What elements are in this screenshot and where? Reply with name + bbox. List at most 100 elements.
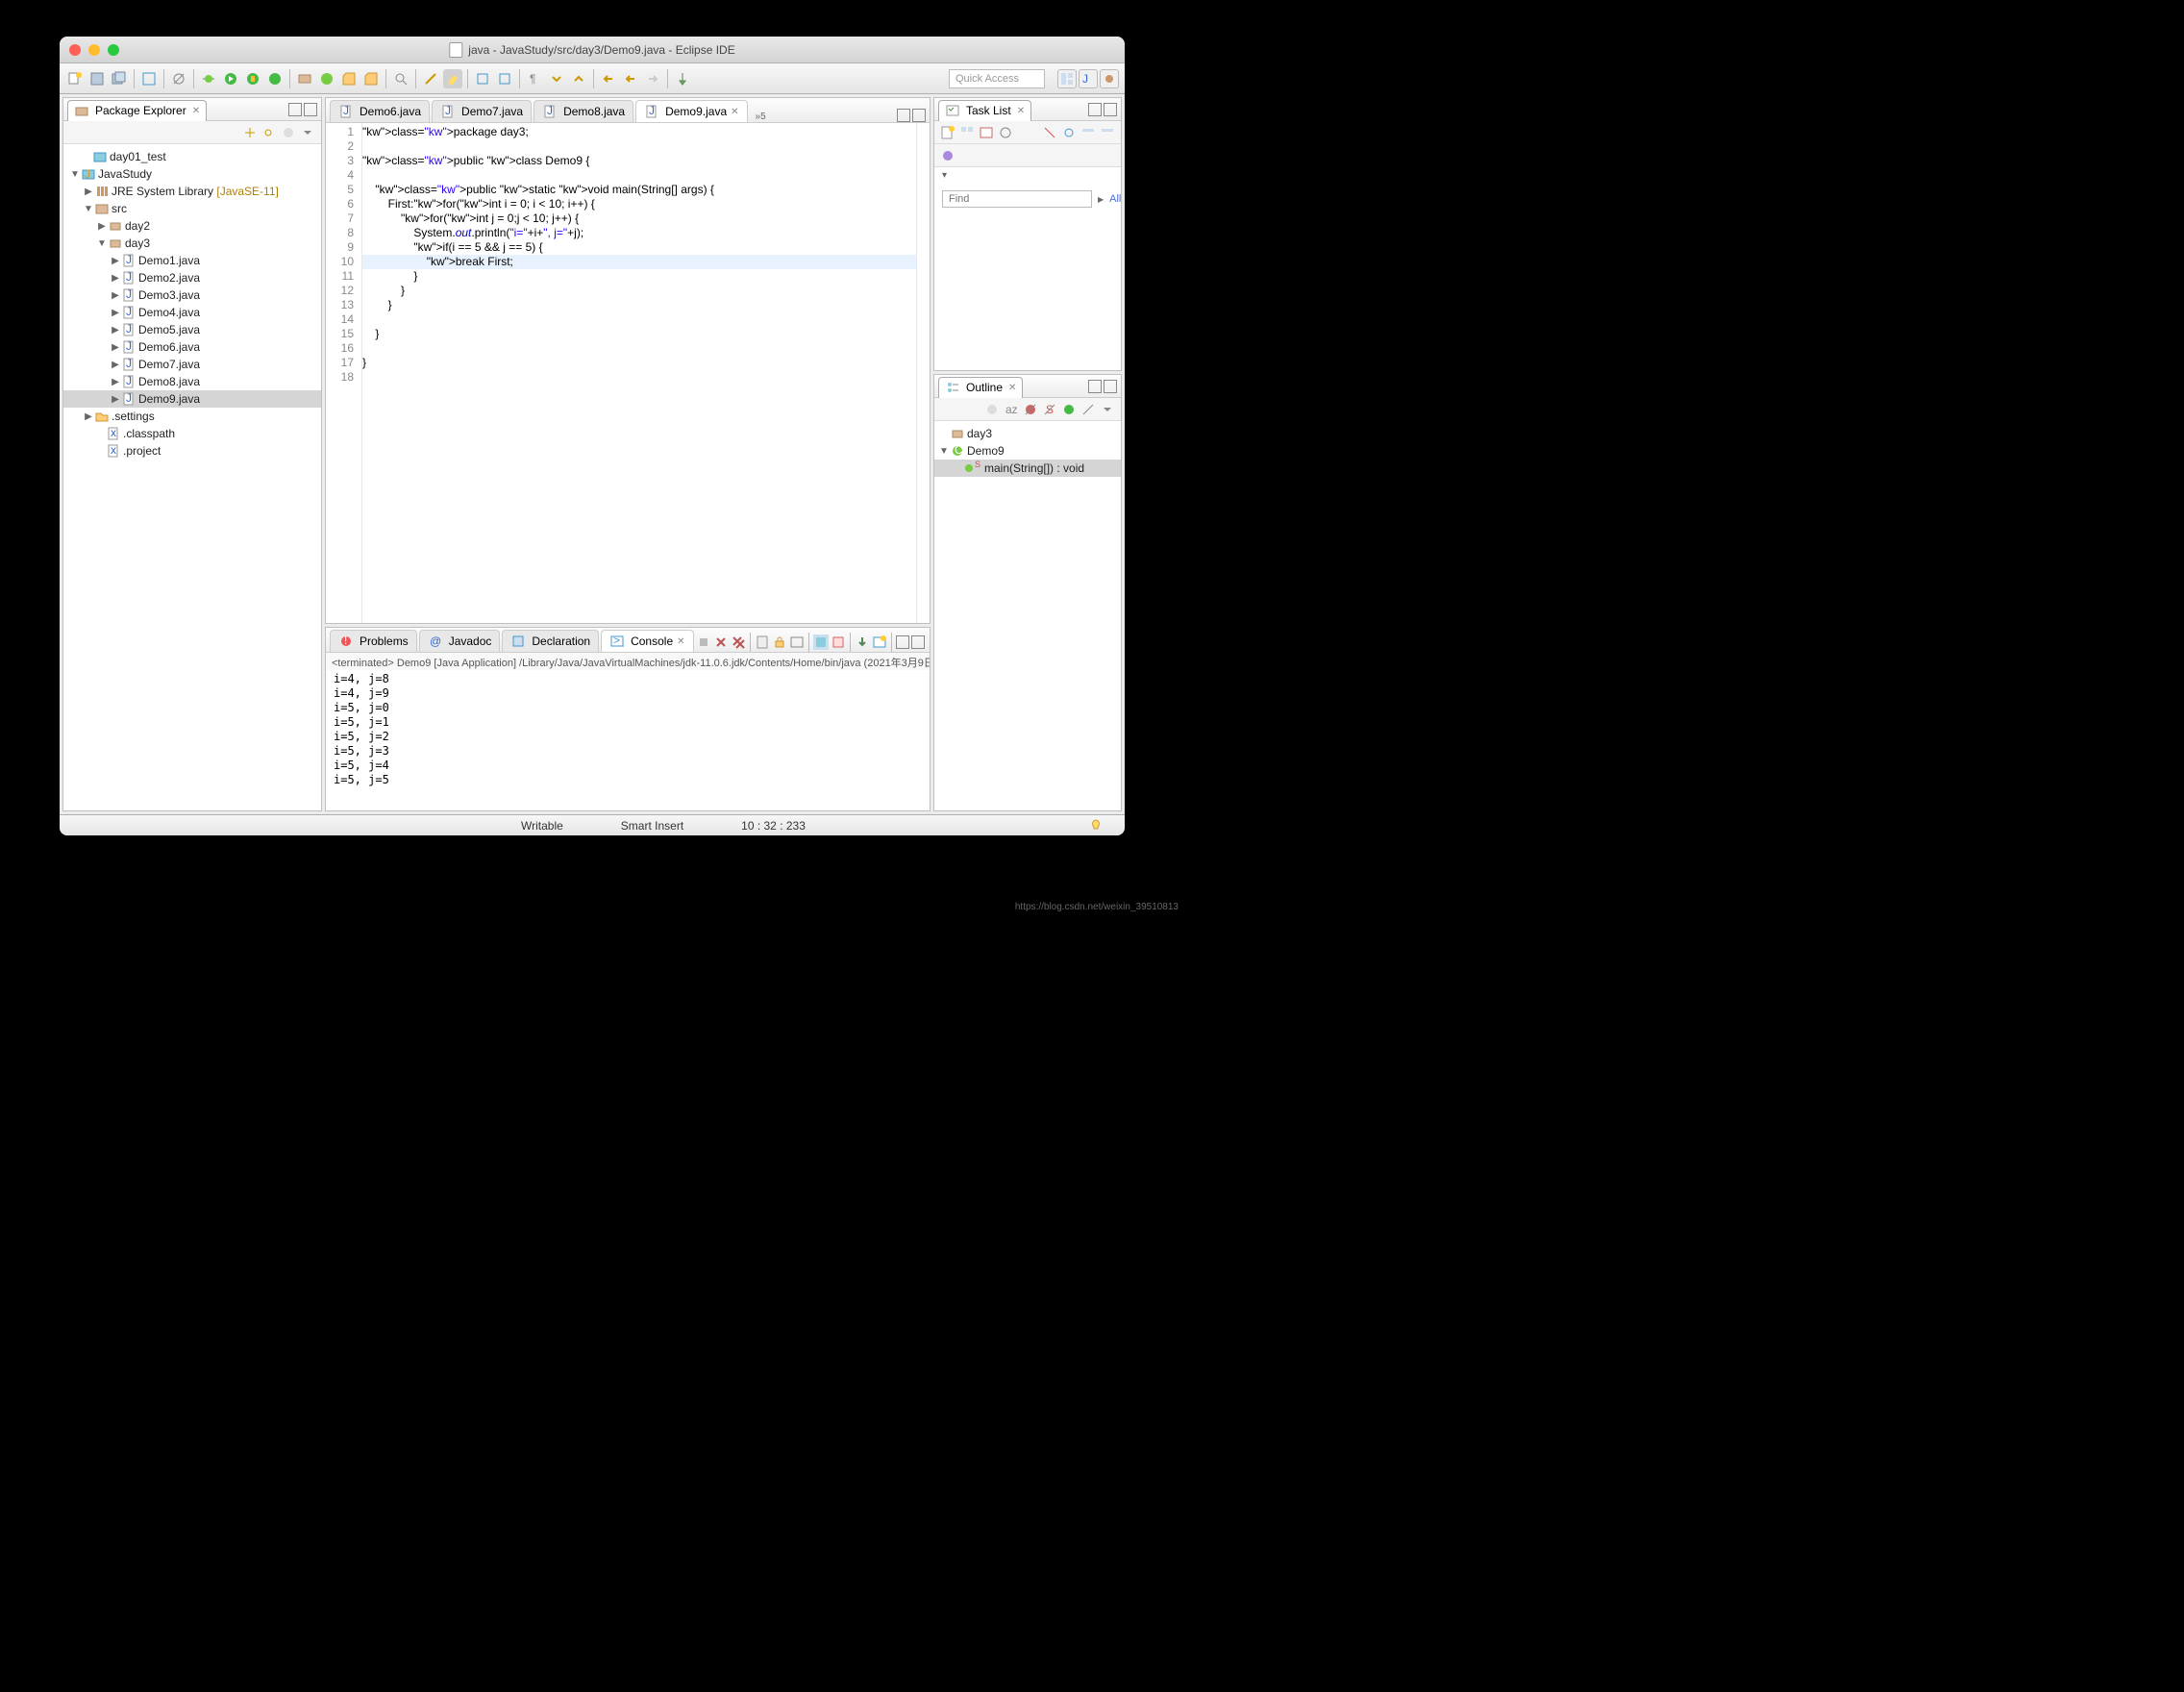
new-button[interactable] (65, 69, 85, 88)
tip-icon[interactable] (1059, 818, 1117, 834)
maximize-editor-button[interactable] (912, 109, 926, 122)
tree-item-file[interactable]: ▶JDemo3.java (63, 286, 321, 304)
categorize-icon[interactable] (959, 125, 975, 140)
save-button[interactable] (87, 69, 107, 88)
close-icon[interactable]: ✕ (1017, 106, 1025, 116)
focus-task-icon[interactable] (281, 125, 296, 140)
new-package-button[interactable] (295, 69, 314, 88)
tasklist-tab[interactable]: Task List ✕ (938, 100, 1031, 121)
run-last-button[interactable] (265, 69, 285, 88)
declaration-tab[interactable]: Declaration (502, 630, 599, 652)
debug-button[interactable] (199, 69, 218, 88)
quick-access-input[interactable]: Quick Access (949, 69, 1045, 88)
maximize-view-button[interactable] (1104, 380, 1117, 393)
viewmenu-icon[interactable] (1100, 402, 1115, 417)
coverage-button[interactable] (243, 69, 262, 88)
console-tab[interactable]: >_Console✕ (601, 630, 693, 652)
close-window-button[interactable] (69, 44, 81, 56)
editor-tab[interactable]: JDemo9.java✕ (635, 100, 747, 122)
task-filter-icon[interactable] (940, 148, 956, 163)
outline-method[interactable]: Smain(String[]) : void (934, 460, 1121, 477)
hide-local-icon[interactable] (1080, 402, 1096, 417)
new-class-button[interactable] (317, 69, 336, 88)
close-icon[interactable]: ✕ (677, 636, 684, 647)
problems-tab[interactable]: !Problems (330, 630, 417, 652)
sync-icon[interactable] (1061, 125, 1077, 140)
line-number-gutter[interactable]: 123456789101112131415161718 (326, 123, 362, 623)
tree-item-file[interactable]: ▶JDemo6.java (63, 338, 321, 356)
collapse-all-icon[interactable] (242, 125, 258, 140)
tree-item-file[interactable]: ▶JDemo5.java (63, 321, 321, 338)
tree-item-file[interactable]: ▶JDemo9.java (63, 390, 321, 408)
tree-item-src[interactable]: ▼src (63, 200, 321, 217)
java-perspective-button[interactable]: J (1079, 69, 1098, 88)
tree-item-file[interactable]: ▶JDemo1.java (63, 252, 321, 269)
back-button[interactable] (621, 69, 640, 88)
terminate-icon[interactable] (696, 634, 711, 650)
all-link[interactable]: All (1109, 193, 1121, 205)
minimize-window-button[interactable] (88, 44, 100, 56)
tree-item-day2[interactable]: ▶day2 (63, 217, 321, 235)
minimize-view-button[interactable] (1088, 380, 1102, 393)
view-menu-icon[interactable] (300, 125, 315, 140)
schedule-icon[interactable] (979, 125, 994, 140)
toggle-breadcrumb-button[interactable] (139, 69, 159, 88)
toggle-block-button[interactable] (473, 69, 492, 88)
highlight-button[interactable] (443, 69, 462, 88)
package-explorer-tree[interactable]: day01_test ▼JJavaStudy ▶JRE System Libra… (63, 144, 321, 810)
maximize-view-button[interactable] (1104, 103, 1117, 116)
minimize-console-button[interactable] (896, 635, 909, 649)
console-output[interactable]: i=4, j=8 i=4, j=9 i=5, j=0 i=5, j=1 i=5,… (326, 670, 930, 810)
collapse-icon[interactable] (1080, 125, 1096, 140)
editor-tab[interactable]: JDemo6.java (330, 100, 430, 122)
close-icon[interactable]: ✕ (731, 107, 738, 117)
pin-console-icon[interactable] (813, 634, 829, 650)
tree-item-file[interactable]: ▶JDemo2.java (63, 269, 321, 286)
tree-item-file[interactable]: ▶JDemo8.java (63, 373, 321, 390)
show-whitespace-button[interactable] (495, 69, 514, 88)
remove-launch-icon[interactable] (713, 634, 729, 650)
outline-tab[interactable]: Outline ✕ (938, 377, 1023, 398)
pilcrow-button[interactable]: ¶ (525, 69, 544, 88)
maximize-view-button[interactable] (304, 103, 317, 116)
new-console-icon[interactable] (872, 634, 887, 650)
tree-item-day01[interactable]: day01_test (63, 148, 321, 165)
tree-item-day3[interactable]: ▼day3 (63, 235, 321, 252)
tree-item-file[interactable]: ▶JDemo4.java (63, 304, 321, 321)
editor-tab[interactable]: JDemo8.java (534, 100, 633, 122)
tree-item-javastudy[interactable]: ▼JJavaStudy (63, 165, 321, 183)
hide-static-icon[interactable]: S (1042, 402, 1057, 417)
tree-item-settings[interactable]: ▶.settings (63, 408, 321, 425)
outline-package[interactable]: day3 (934, 425, 1121, 442)
more-tabs-button[interactable]: »5 (750, 112, 772, 122)
sort-icon[interactable]: az (1004, 402, 1019, 417)
back-to-button[interactable] (599, 69, 618, 88)
annotation-next-button[interactable] (547, 69, 566, 88)
minimize-view-button[interactable] (288, 103, 302, 116)
word-wrap-icon[interactable] (789, 634, 805, 650)
tree-item-project[interactable]: x.project (63, 442, 321, 460)
maximize-console-button[interactable] (911, 635, 925, 649)
close-icon[interactable]: ✕ (192, 106, 200, 116)
focus-icon[interactable] (998, 125, 1013, 140)
search-button[interactable] (391, 69, 410, 88)
zoom-window-button[interactable] (108, 44, 119, 56)
tree-item-jre[interactable]: ▶JRE System Library [JavaSE-11] (63, 183, 321, 200)
tree-item-file[interactable]: ▶JDemo7.java (63, 356, 321, 373)
display-console-icon[interactable] (831, 634, 846, 650)
editor-tab[interactable]: JDemo7.java (432, 100, 532, 122)
skip-breakpoints-button[interactable] (169, 69, 188, 88)
task-find-input[interactable] (942, 190, 1092, 208)
run-button[interactable] (221, 69, 240, 88)
remove-all-icon[interactable] (731, 634, 746, 650)
new-task-icon[interactable] (940, 125, 956, 140)
minimize-view-button[interactable] (1088, 103, 1102, 116)
tree-item-classpath[interactable]: x.classpath (63, 425, 321, 442)
open-console-icon[interactable] (855, 634, 870, 650)
link-editor-icon[interactable] (261, 125, 277, 140)
open-perspective-button[interactable] (1057, 69, 1077, 88)
minimize-editor-button[interactable] (897, 109, 910, 122)
code-editor[interactable]: "kw">class="kw">package day3; "kw">class… (362, 123, 916, 623)
debug-perspective-button[interactable] (1100, 69, 1119, 88)
open-folder-button[interactable] (361, 69, 381, 88)
